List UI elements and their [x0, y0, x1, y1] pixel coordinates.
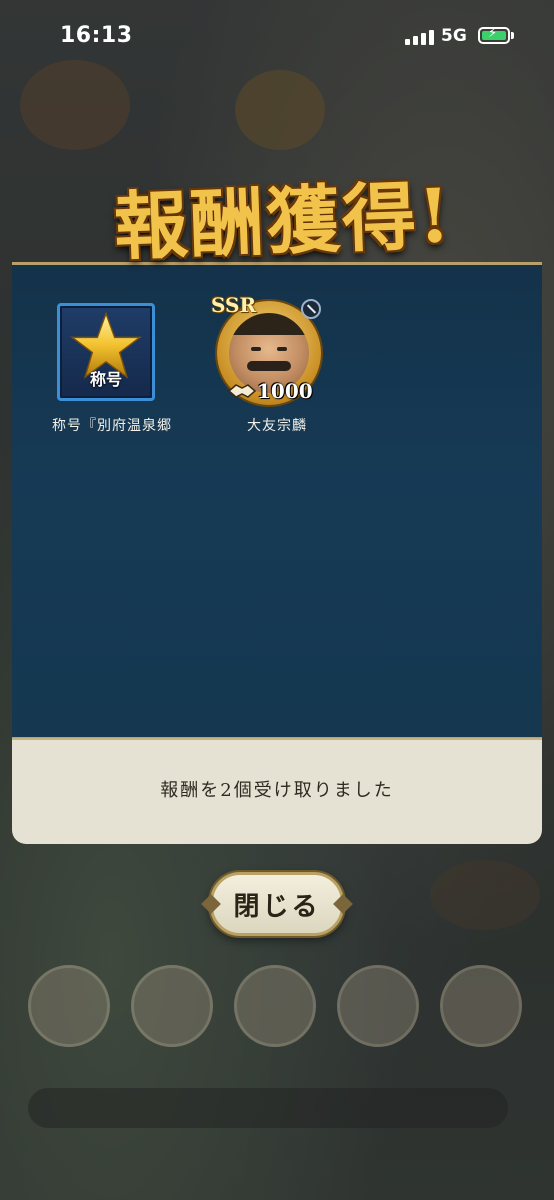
reward-label-character: 大友宗麟: [247, 418, 307, 434]
background-menu: [28, 965, 528, 1055]
background-menu-button: [28, 965, 110, 1047]
signal-icon: [405, 29, 435, 45]
status-bar: 16:13 5G ⚡: [0, 0, 554, 76]
close-button-label: 閉じる: [233, 891, 321, 922]
title-tag: 称号: [89, 370, 122, 389]
background-chat-bar: [28, 1088, 508, 1128]
weapon-icon: [301, 299, 321, 319]
reward-message: 報酬を2個受け取りました: [160, 780, 394, 801]
close-button[interactable]: 閉じる: [201, 872, 353, 936]
background-menu-button: [234, 965, 316, 1047]
reward-message-box: 報酬を2個受け取りました: [12, 738, 542, 844]
background-menu-button: [337, 965, 419, 1047]
rarity-badge: SSR: [211, 293, 257, 317]
status-time: 16:13: [60, 23, 133, 48]
reward-panel: 称号 称号『別府温泉郷 SSR 1000 大友宗麟: [12, 262, 542, 740]
network-type: 5G: [441, 26, 467, 46]
character-portrait: SSR 1000: [211, 293, 321, 405]
handshake-icon: [227, 384, 257, 398]
background-menu-button: [131, 965, 213, 1047]
reward-title: 報酬獲得!: [112, 172, 454, 271]
battery-icon: ⚡: [478, 26, 510, 44]
reward-count: 1000: [257, 379, 313, 403]
title-reward-icon: 称号: [57, 303, 155, 401]
battery-nub: [511, 32, 514, 39]
background-menu-button: [440, 965, 522, 1047]
reward-label-title: 称号『別府温泉郷: [52, 418, 172, 434]
